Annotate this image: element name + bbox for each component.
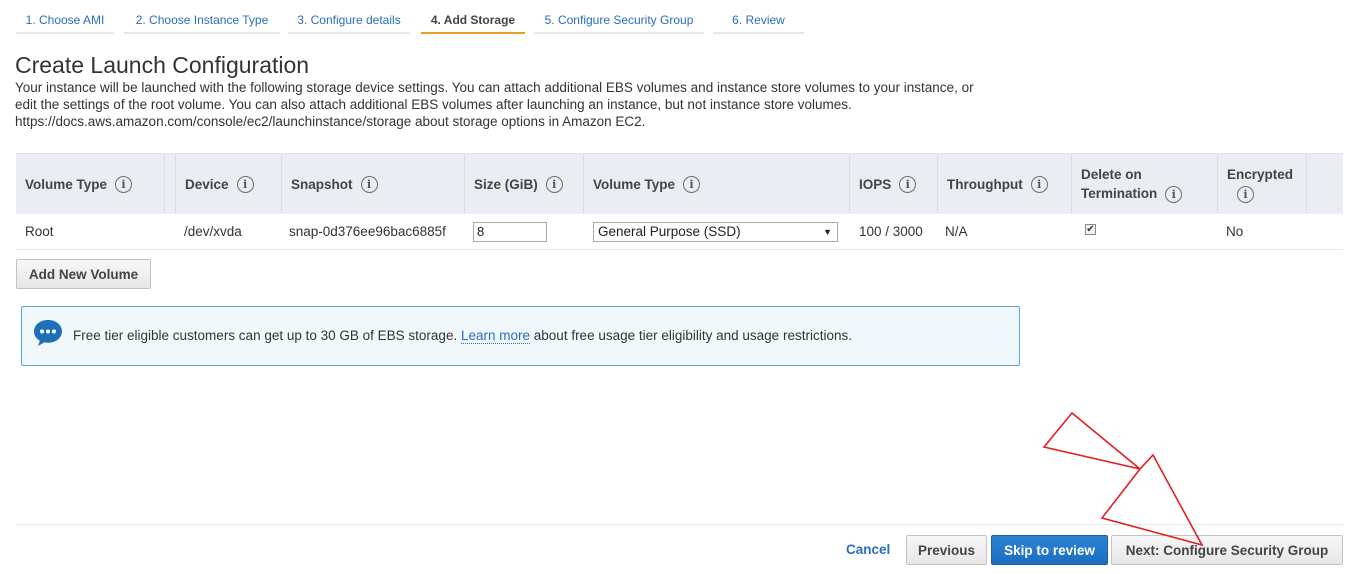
cancel-link[interactable]: Cancel xyxy=(846,542,890,557)
column-label-line: Delete on xyxy=(1081,167,1142,182)
chat-bubble-icon xyxy=(34,320,62,346)
step-choose-ami[interactable]: 1. Choose AMI xyxy=(16,8,114,34)
info-icon[interactable]: i xyxy=(1030,175,1048,193)
step-label: 5. Configure Security Group xyxy=(544,13,694,27)
step-label: 1. Choose AMI xyxy=(25,13,105,27)
cell-delete-on-termination: ✔ xyxy=(1076,214,1222,249)
previous-button[interactable]: Previous xyxy=(906,535,987,565)
step-label: 3. Configure details xyxy=(297,13,401,27)
info-icon[interactable]: i xyxy=(236,175,254,193)
column-label: Snapshot xyxy=(291,176,353,192)
cell-device: /dev/xvda xyxy=(184,224,242,239)
column-label: Throughput xyxy=(947,176,1023,192)
column-label: Volume Type xyxy=(25,176,108,192)
footer-divider xyxy=(16,524,1343,525)
column-label: IOPS xyxy=(859,176,892,192)
column-label-text: Termination xyxy=(1081,186,1158,201)
column-header-snapshot: Snapshot i xyxy=(282,154,465,214)
column-label: Encrypted i xyxy=(1227,165,1293,203)
info-icon[interactable]: i xyxy=(1237,185,1254,203)
skip-to-review-button[interactable]: Skip to review xyxy=(991,535,1108,565)
step-review[interactable]: 6. Review xyxy=(713,8,804,34)
table-header: Volume Type i Device i Snapshot i Size (GiB… xyxy=(16,153,1343,214)
column-header-throughput: Throughput i xyxy=(938,154,1072,214)
column-label: Device xyxy=(185,176,229,192)
step-label: 2. Choose Instance Type xyxy=(135,13,269,27)
volume-type-selected: General Purpose (SSD) xyxy=(598,223,741,239)
cell-ebs-volume-type: General Purpose (SSD) ▼ xyxy=(584,214,850,249)
step-choose-instance-type[interactable]: 2. Choose Instance Type xyxy=(124,8,280,34)
step-configure-details[interactable]: 3. Configure details xyxy=(288,8,410,34)
info-icon[interactable]: i xyxy=(899,175,917,193)
description-line: edit the settings of the root volume. Yo… xyxy=(15,97,852,112)
column-label: Size (GiB) xyxy=(474,176,538,192)
info-text: Free tier eligible customers can get up … xyxy=(73,328,458,343)
next-configure-security-group-button[interactable]: Next: Configure Security Group xyxy=(1111,535,1343,565)
column-header-volume-type: Volume Type i xyxy=(16,154,165,214)
column-header-iops: IOPS i xyxy=(850,154,938,214)
add-new-volume-button[interactable]: Add New Volume xyxy=(16,259,151,289)
learn-more-link[interactable]: Learn more xyxy=(460,328,531,344)
info-icon[interactable]: i xyxy=(1165,185,1183,203)
column-header-ebs-volume-type: Volume Type i xyxy=(584,154,850,214)
cell-encrypted: No xyxy=(1226,224,1244,239)
column-header-delete-on-termination: Delete on Termination i xyxy=(1072,154,1218,214)
column-header-device: Device i xyxy=(175,154,282,214)
info-icon[interactable]: i xyxy=(683,175,701,193)
launch-configuration-page: 1. Choose AMI 2. Choose Instance Type 3.… xyxy=(0,0,1351,574)
info-message: Free tier eligible customers can get up … xyxy=(73,328,852,344)
info-icon[interactable]: i xyxy=(360,175,378,193)
step-label: 6. Review xyxy=(732,13,785,27)
storage-table: Volume Type i Device i Snapshot i Size (GiB… xyxy=(16,153,1343,250)
table-row: Root /dev/xvda snap-0d376ee96bac6885f Ge… xyxy=(16,214,1343,250)
step-label: 4. Add Storage xyxy=(430,13,516,27)
cell-volume-type: Root xyxy=(25,224,54,239)
cell-size xyxy=(464,214,584,249)
cell-iops: 100 / 3000 xyxy=(859,224,923,239)
description-line: Your instance will be launched with the … xyxy=(15,80,974,95)
column-header-encrypted: Encrypted i xyxy=(1218,154,1307,214)
info-icon[interactable]: i xyxy=(545,175,563,193)
free-tier-info-box: Free tier eligible customers can get up … xyxy=(21,306,1020,366)
column-label: Volume Type xyxy=(593,176,676,192)
page-description: Your instance will be launched with the … xyxy=(15,79,1025,130)
column-label-line: i xyxy=(1227,184,1293,203)
checkmark-icon: ✔ xyxy=(1086,223,1095,235)
info-icon[interactable]: i xyxy=(115,175,133,193)
cell-throughput: N/A xyxy=(945,224,968,239)
step-configure-security-group[interactable]: 5. Configure Security Group xyxy=(534,8,704,34)
volume-type-select[interactable]: General Purpose (SSD) ▼ xyxy=(593,221,838,242)
column-header-size: Size (GiB) i xyxy=(465,154,584,214)
column-label-line: Encrypted xyxy=(1227,167,1294,182)
size-input[interactable] xyxy=(473,221,547,242)
page-title: Create Launch Configuration xyxy=(15,52,310,78)
delete-on-termination-checkbox[interactable]: ✔ xyxy=(1085,224,1096,235)
caret-down-icon: ▼ xyxy=(823,226,832,237)
column-label-line: Termination i xyxy=(1081,184,1183,203)
info-text: about free usage tier eligibility and us… xyxy=(533,328,852,343)
step-add-storage[interactable]: 4. Add Storage xyxy=(421,8,525,34)
cell-snapshot: snap-0d376ee96bac6885f xyxy=(289,224,446,239)
description-line: https://docs.aws.amazon.com/console/ec2/… xyxy=(15,114,646,129)
column-label: Delete on Termination i xyxy=(1081,165,1183,203)
